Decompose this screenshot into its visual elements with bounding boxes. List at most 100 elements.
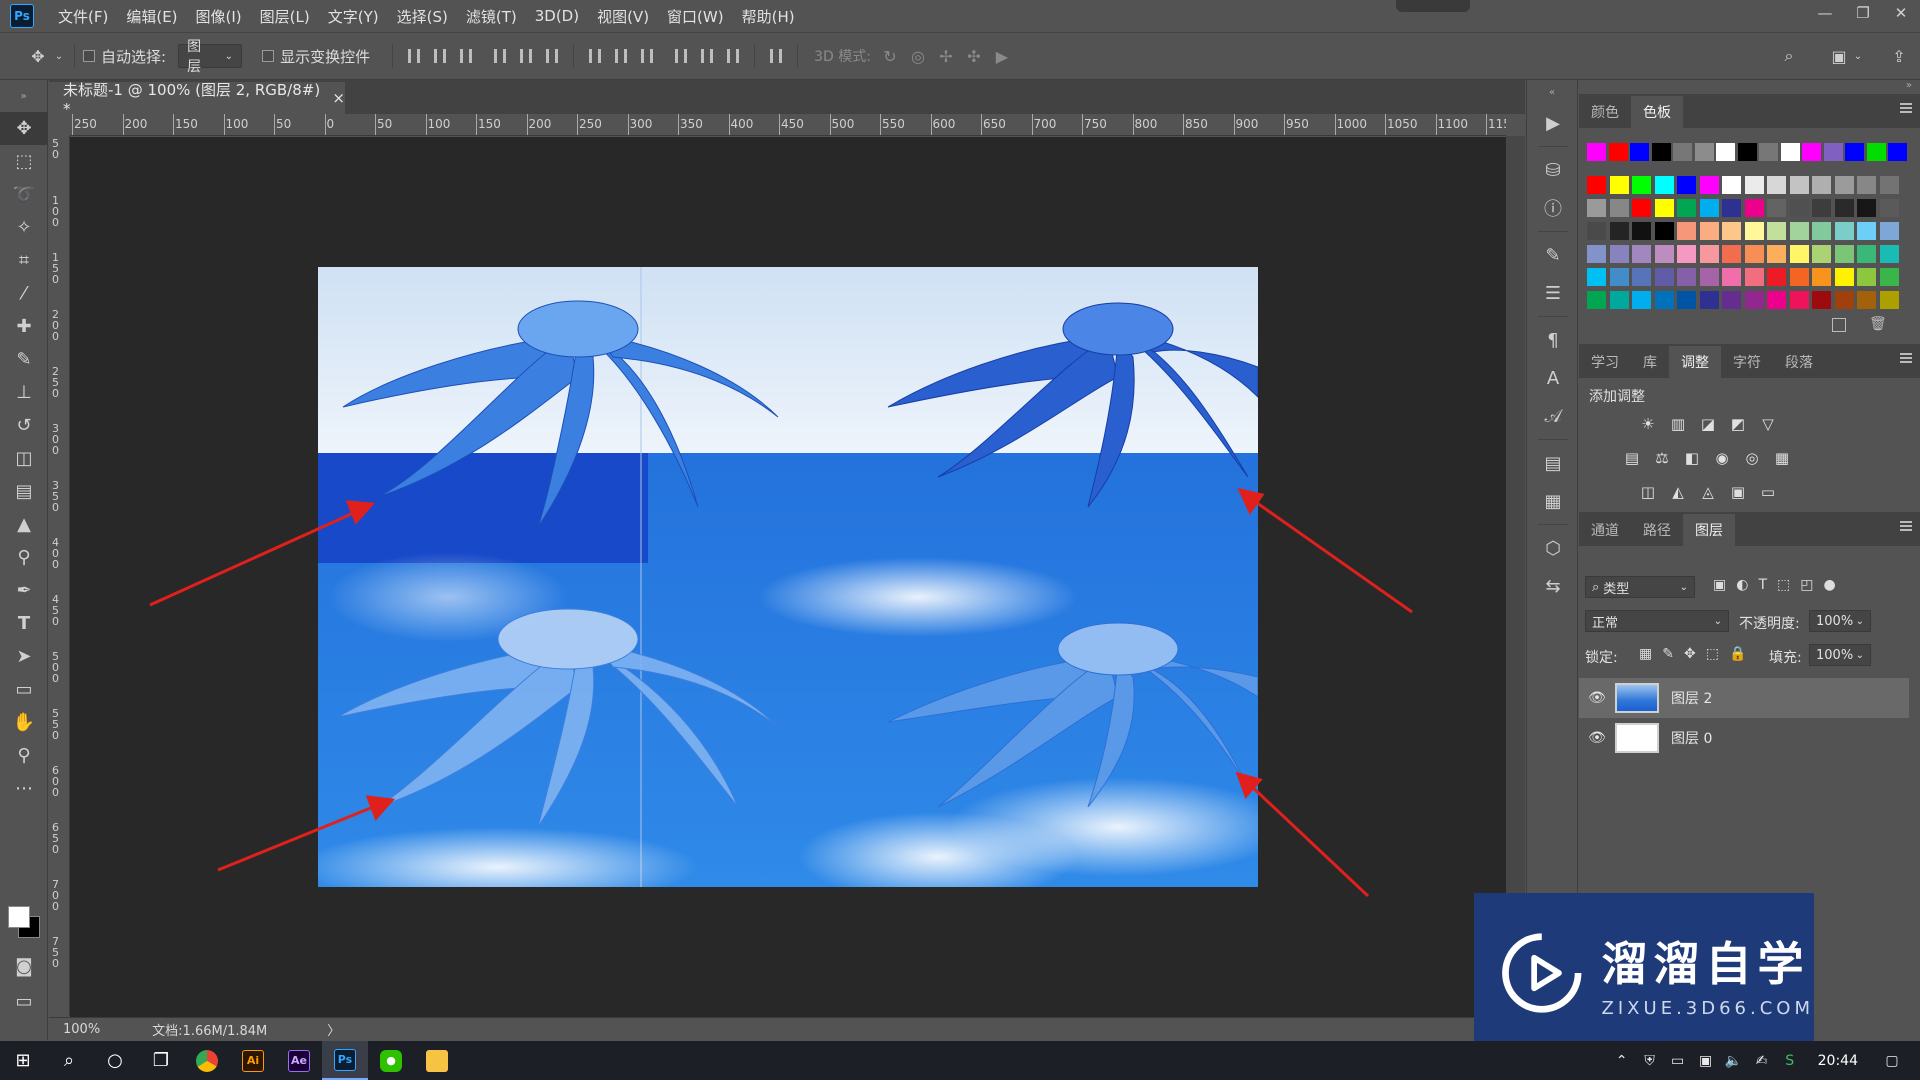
restore-button[interactable]: ❐ <box>1844 0 1882 26</box>
zoom-level[interactable]: 100% <box>63 1022 100 1037</box>
filter-adjustment-icon[interactable]: ◐ <box>1736 577 1748 593</box>
color-swatch[interactable] <box>1587 291 1606 309</box>
battery-icon[interactable]: ▭ <box>1664 1053 1692 1069</box>
3d-cube-icon[interactable]: ⬡ <box>1527 529 1579 567</box>
tab-layers[interactable]: 图层 <box>1683 514 1735 546</box>
color-swatch[interactable] <box>1812 222 1831 240</box>
opacity-input[interactable]: 100% ⌄ <box>1809 610 1871 632</box>
type-tool-icon[interactable]: T <box>0 607 48 640</box>
color-swatch[interactable] <box>1834 268 1854 286</box>
lock-image-icon[interactable]: ✎ <box>1662 646 1674 662</box>
color-swatch[interactable] <box>1722 199 1741 217</box>
color-swatch[interactable] <box>1857 199 1876 217</box>
menu-edit[interactable]: 编辑(E) <box>126 6 177 27</box>
color-swatch[interactable] <box>1722 222 1741 240</box>
distribute-vcenter-icon[interactable] <box>608 45 634 67</box>
color-swatch[interactable] <box>1677 245 1696 263</box>
menu-help[interactable]: 帮助(H) <box>742 6 795 27</box>
brush-settings-icon[interactable]: ✎ <box>1527 236 1579 274</box>
color-swatch[interactable] <box>1587 176 1606 194</box>
notification-icon[interactable]: ▢ <box>1878 1053 1906 1069</box>
collapse-icon[interactable]: « <box>1527 80 1577 104</box>
zoom-tool-icon[interactable]: ⚲ <box>0 739 48 772</box>
color-swatch[interactable] <box>1845 143 1864 161</box>
lock-all-icon[interactable]: 🔒 <box>1729 646 1746 662</box>
color-swatch[interactable] <box>1699 268 1719 286</box>
color-swatch[interactable] <box>1632 222 1651 240</box>
history-icon[interactable]: ⛁ <box>1527 151 1579 189</box>
chevron-down-icon[interactable]: ⌄ <box>52 45 66 67</box>
menu-layer[interactable]: 图层(L) <box>260 6 310 27</box>
adjustment-icon[interactable]: ◉ <box>1711 448 1733 468</box>
color-swatch[interactable] <box>1587 245 1606 263</box>
color-swatch[interactable] <box>1654 268 1674 286</box>
adjustment-icon[interactable]: ▭ <box>1757 482 1779 502</box>
collapse-icon[interactable]: » <box>0 80 47 112</box>
menu-image[interactable]: 图像(I) <box>196 6 242 27</box>
color-swatch[interactable] <box>1744 291 1764 309</box>
close-button[interactable]: ✕ <box>1882 0 1920 26</box>
clock[interactable]: 20:44 <box>1818 1053 1858 1069</box>
move-tool-icon[interactable]: ✥ <box>24 45 52 67</box>
color-swatch[interactable] <box>1834 176 1854 194</box>
3d-slide-icon[interactable]: ✣ <box>963 45 985 67</box>
filter-toggle-icon[interactable]: ● <box>1823 577 1835 593</box>
wechat-icon[interactable]: ● <box>368 1041 414 1080</box>
color-swatch[interactable] <box>1654 199 1674 217</box>
3d-pan-icon[interactable]: ✢ <box>935 45 957 67</box>
search-icon[interactable]: ⌕ <box>46 1041 92 1080</box>
lasso-tool-icon[interactable]: ➰ <box>0 178 48 211</box>
color-swatch[interactable] <box>1834 199 1854 217</box>
close-icon[interactable]: × <box>332 89 345 107</box>
color-swatch[interactable] <box>1699 291 1719 309</box>
color-swatch[interactable] <box>1812 199 1831 217</box>
color-swatch[interactable] <box>1609 291 1629 309</box>
color-swatch[interactable] <box>1834 245 1854 263</box>
menu-type[interactable]: 文字(Y) <box>328 6 379 27</box>
color-swatch[interactable] <box>1802 143 1821 161</box>
color-swatch[interactable] <box>1587 199 1606 217</box>
search-icon[interactable]: ⌕ <box>1778 45 1800 67</box>
tab-character[interactable]: 字符 <box>1721 346 1773 378</box>
adjustment-icon[interactable]: ▥ <box>1667 414 1689 434</box>
color-swatch[interactable] <box>1857 222 1876 240</box>
color-swatch[interactable] <box>1609 199 1629 217</box>
menu-3d[interactable]: 3D(D) <box>535 7 579 25</box>
menu-view[interactable]: 视图(V) <box>597 6 649 27</box>
volume-icon[interactable]: 🔈 <box>1720 1053 1748 1069</box>
color-swatch[interactable] <box>1879 268 1899 286</box>
color-swatch[interactable] <box>1812 268 1831 286</box>
play-actions-icon[interactable]: ▶ <box>1527 104 1579 142</box>
color-swatch[interactable] <box>1716 143 1735 161</box>
color-swatch[interactable] <box>1834 222 1854 240</box>
color-swatch[interactable] <box>1677 222 1696 240</box>
color-swatch[interactable] <box>1632 199 1651 217</box>
distribute-left-icon[interactable] <box>668 45 694 67</box>
align-right-icon[interactable] <box>539 45 565 67</box>
color-swatch[interactable] <box>1879 291 1899 309</box>
file-explorer-icon[interactable] <box>414 1041 460 1080</box>
adjustment-icon[interactable]: ◧ <box>1681 448 1703 468</box>
color-swatch[interactable] <box>1789 291 1809 309</box>
color-swatch[interactable] <box>1823 143 1843 161</box>
color-swatch[interactable] <box>1699 245 1719 263</box>
blend-mode-select[interactable]: 正常 ⌄ <box>1585 610 1729 632</box>
info-icon[interactable]: ⓘ <box>1527 189 1579 227</box>
tab-libraries[interactable]: 库 <box>1631 346 1669 378</box>
color-swatch[interactable] <box>1812 291 1831 309</box>
shield-icon[interactable]: ⛨ <box>1636 1053 1664 1069</box>
distribute-right-icon[interactable] <box>720 45 746 67</box>
vertical-scrollbar[interactable] <box>1506 136 1525 1016</box>
color-swatch[interactable] <box>1767 268 1786 286</box>
adjustment-icon[interactable]: ◫ <box>1637 482 1659 502</box>
3d-camera-icon[interactable]: ▶ <box>991 45 1013 67</box>
3d-roll-icon[interactable]: ◎ <box>907 45 929 67</box>
color-swatch[interactable] <box>1857 291 1876 309</box>
color-swatch[interactable] <box>1722 245 1741 263</box>
color-swatch[interactable] <box>1722 176 1741 194</box>
after-effects-icon[interactable]: Ae <box>276 1041 322 1080</box>
brush-tool-icon[interactable]: ✎ <box>0 343 48 376</box>
chevron-down-icon[interactable]: ⌄ <box>1852 45 1864 67</box>
align-top-icon[interactable] <box>401 45 427 67</box>
color-swatch[interactable] <box>1879 245 1899 263</box>
